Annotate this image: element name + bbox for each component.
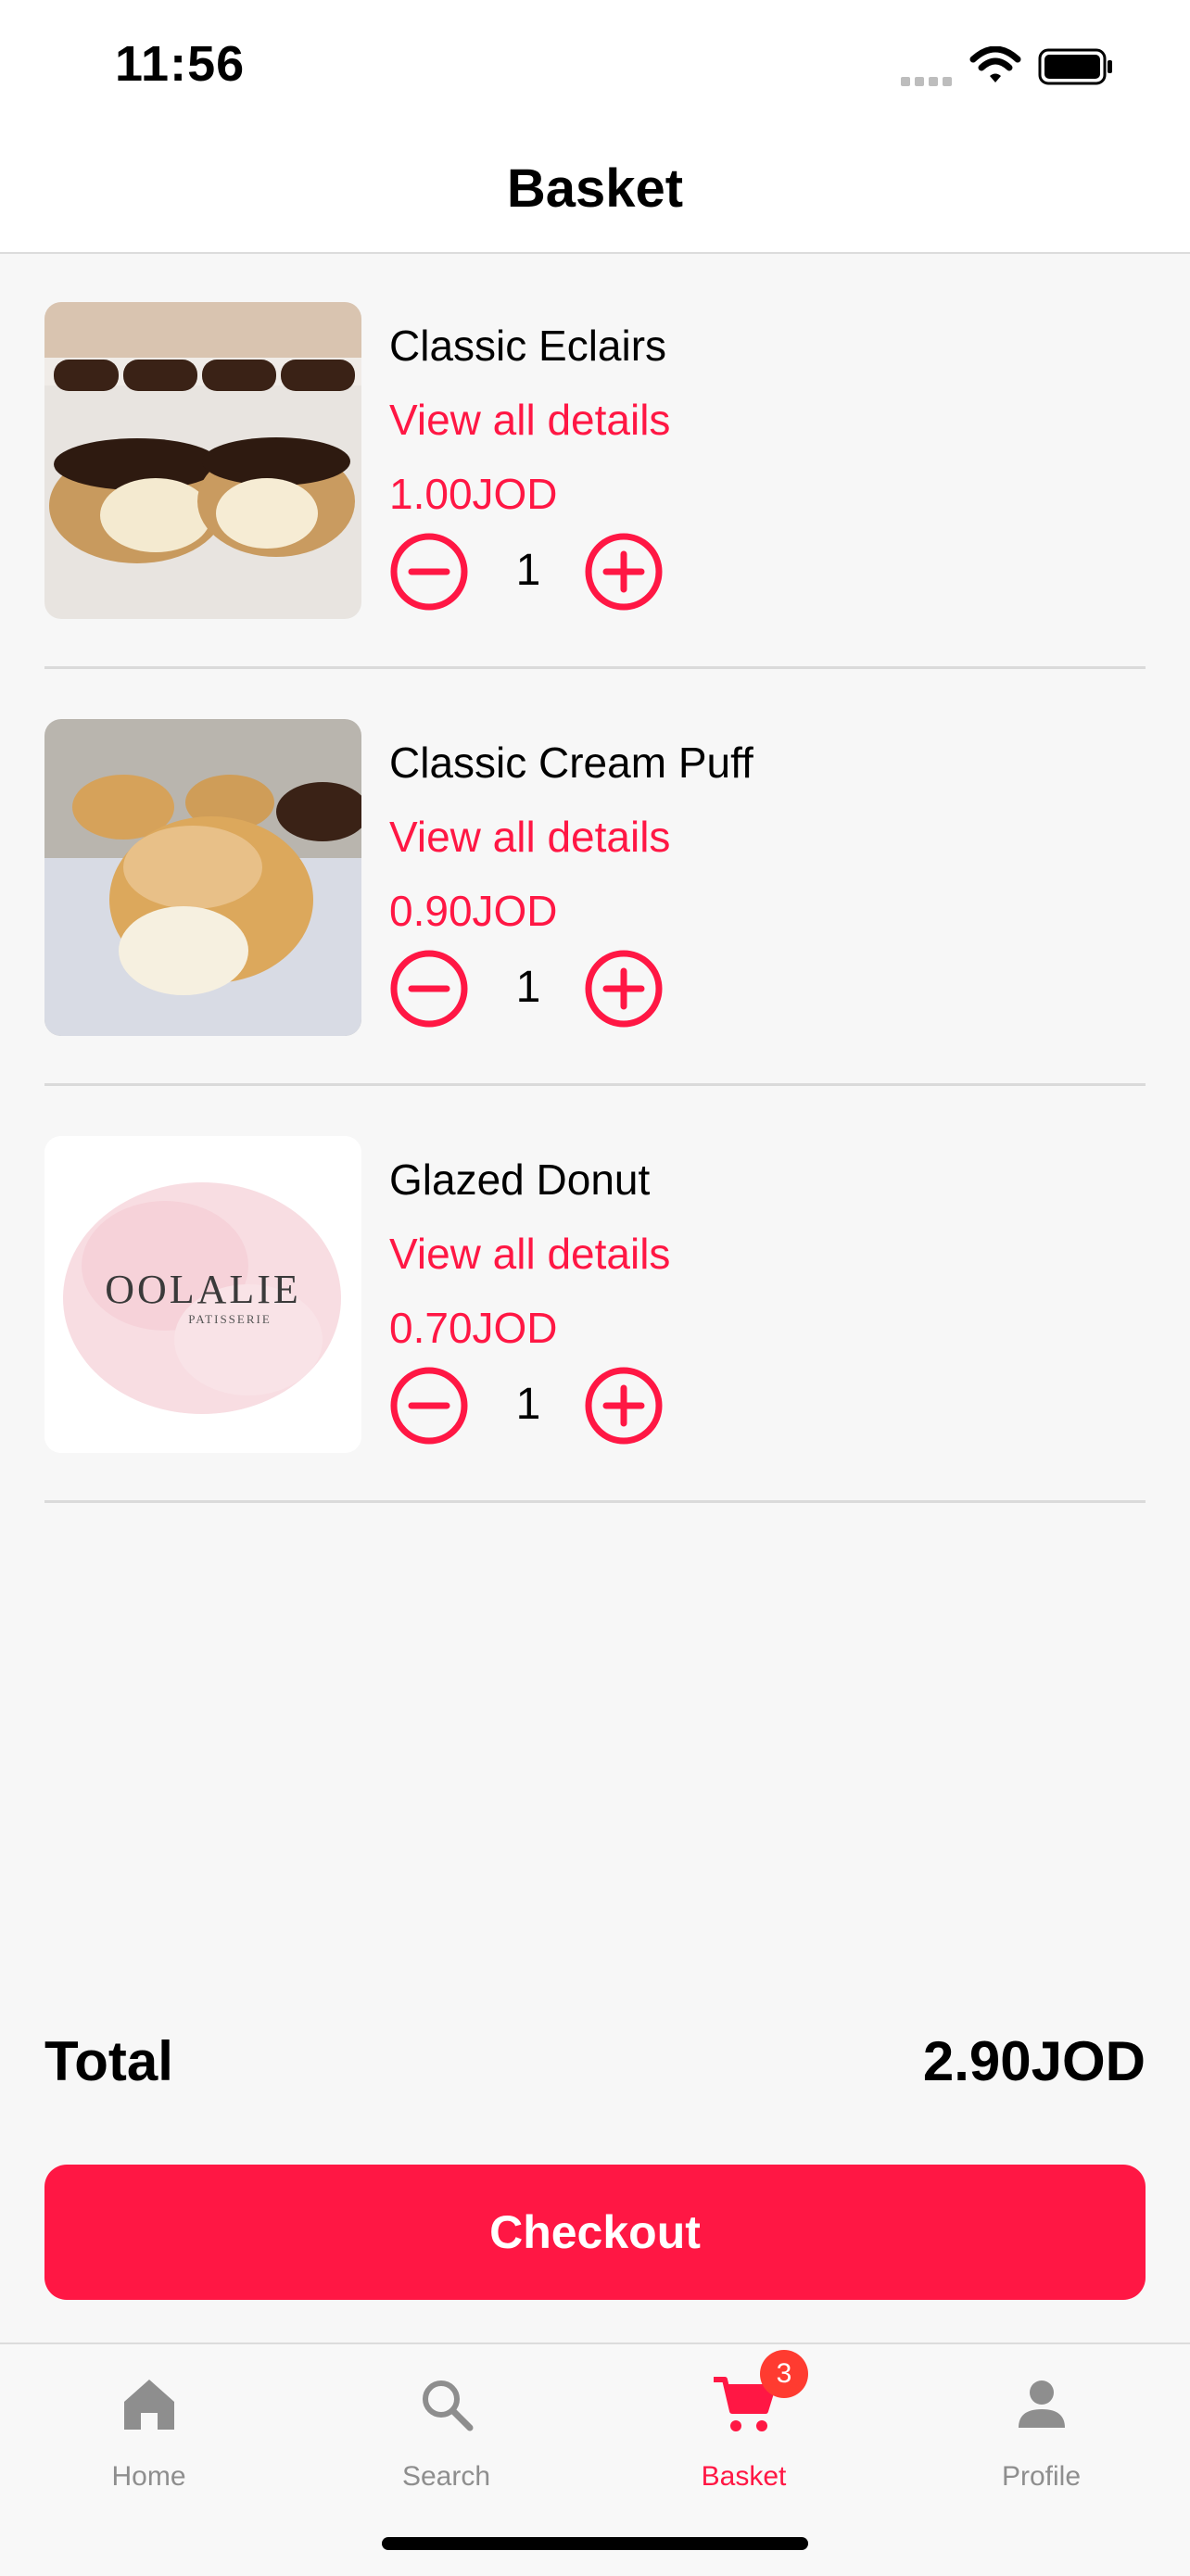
checkout-button[interactable]: Checkout (44, 2165, 1146, 2300)
basket-item: Classic Cream Puff View all details 0.90… (44, 671, 1146, 1086)
status-bar: 11:56 (0, 0, 1190, 130)
decrease-quantity-button[interactable] (389, 1366, 469, 1446)
product-logo-subtext: PATISSERIE (188, 1312, 272, 1326)
product-image[interactable] (44, 302, 361, 619)
tab-label: Basket (701, 2461, 787, 2492)
product-price: 1.00JOD (389, 470, 558, 518)
tab-search[interactable]: Search (298, 2344, 595, 2520)
divider (44, 1500, 1146, 1503)
tab-label: Profile (1001, 2461, 1082, 2492)
home-icon (123, 2380, 174, 2430)
quantity-value: 1 (515, 1380, 541, 1429)
cellular-signal-icon (901, 74, 956, 91)
view-details-link[interactable]: View all details (389, 812, 670, 862)
divider (44, 666, 1146, 669)
basket-item: OOLALIE PATISSERIE Glazed Donut View all… (44, 1088, 1146, 1503)
tab-home[interactable]: Home (0, 2344, 298, 2520)
search-icon (422, 2380, 473, 2431)
total-value: 2.90JOD (922, 2030, 1146, 2092)
basket-item: Classic Eclairs View all details 1.00JOD… (44, 254, 1146, 669)
tab-label: Search (401, 2461, 491, 2492)
page-title: Basket (506, 158, 684, 219)
increase-quantity-button[interactable] (584, 532, 664, 612)
home-indicator (382, 2537, 808, 2550)
increase-quantity-button[interactable] (584, 1366, 664, 1446)
decrease-quantity-button[interactable] (389, 532, 469, 612)
quantity-value: 1 (515, 546, 541, 595)
quantity-stepper: 1 (389, 949, 686, 1032)
product-name: Classic Eclairs (389, 322, 667, 370)
divider (44, 1083, 1146, 1086)
navigation-bar: Basket (0, 130, 1190, 254)
product-price: 0.90JOD (389, 887, 558, 935)
quantity-stepper: 1 (389, 1366, 686, 1449)
view-details-link[interactable]: View all details (389, 1229, 670, 1279)
product-name: Classic Cream Puff (389, 739, 753, 787)
tab-basket[interactable]: Basket (595, 2344, 892, 2520)
product-price: 0.70JOD (389, 1304, 558, 1352)
product-image[interactable] (44, 719, 361, 1036)
battery-icon (1038, 48, 1112, 85)
quantity-stepper: 1 (389, 532, 686, 615)
product-image[interactable]: OOLALIE PATISSERIE (44, 1136, 361, 1453)
decrease-quantity-button[interactable] (389, 949, 469, 1029)
total-label: Total (44, 2030, 173, 2092)
wifi-icon (969, 46, 1021, 82)
status-time: 11:56 (115, 36, 246, 92)
view-details-link[interactable]: View all details (389, 395, 670, 445)
product-logo-text: OOLALIE (105, 1267, 301, 1312)
basket-count-badge: 3 (760, 2350, 808, 2398)
person-icon (1018, 2380, 1065, 2428)
tab-profile[interactable]: Profile (892, 2344, 1190, 2520)
tab-label: Home (111, 2461, 186, 2492)
quantity-value: 1 (515, 963, 541, 1012)
increase-quantity-button[interactable] (584, 949, 664, 1029)
product-name: Glazed Donut (389, 1155, 651, 1204)
